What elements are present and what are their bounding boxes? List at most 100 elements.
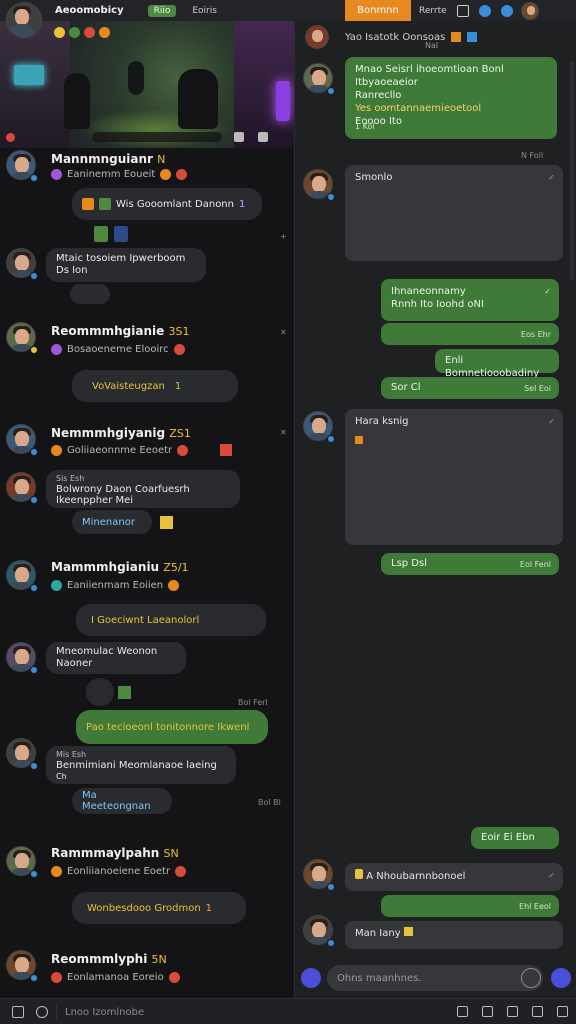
emote-icon — [160, 516, 173, 529]
active-tab[interactable]: Bonmnn — [345, 0, 411, 21]
chat-bubble[interactable]: Minenanor — [72, 510, 152, 534]
sticker-icon — [94, 226, 108, 242]
live-pill[interactable]: Riio — [147, 4, 177, 17]
message-subline: Eaniienmam Eoiien — [51, 580, 180, 591]
message-author[interactable]: Mammmhgianiu Z5/1 — [51, 560, 189, 574]
emote-icon — [168, 580, 180, 591]
settings-icon[interactable] — [557, 1006, 568, 1017]
settings-icon[interactable] — [500, 4, 513, 17]
chat-feed[interactable]: Mannmnguianr N Eaninemm Eoueit Wis Gooom… — [0, 148, 294, 998]
app-root: Aeoomobicy Riio Eoiris Bonmnn Rerrte Man… — [0, 0, 576, 1024]
dm-bubble[interactable]: Smonlo ✓ — [345, 165, 563, 261]
fullscreen-icon[interactable] — [258, 132, 268, 142]
tab-rerrte[interactable]: Rerrte — [419, 6, 447, 16]
footer-actions — [457, 1006, 568, 1017]
online-dot-icon — [327, 435, 335, 443]
scrollbar[interactable] — [570, 61, 574, 281]
emote-icon — [51, 972, 62, 983]
online-dot-icon — [327, 193, 335, 201]
msg-time: N Foll — [521, 151, 544, 160]
emote-icon — [220, 444, 232, 456]
add-attachment-icon[interactable] — [301, 968, 321, 988]
chat-bubble[interactable]: I Goeciwnt Laeanolorl — [76, 604, 266, 636]
message-subline: Bosaoeneme Elooirc — [51, 344, 185, 355]
help-icon[interactable] — [521, 968, 541, 988]
emote-icon — [355, 436, 363, 444]
message-author[interactable]: Nemmmhgiyanig ZS1 — [51, 426, 191, 440]
message-author[interactable]: Mannmnguianr N — [51, 152, 165, 166]
grid-icon[interactable] — [507, 1006, 518, 1017]
online-dot-icon — [30, 584, 38, 592]
monitor-shape — [14, 65, 44, 85]
more-icon[interactable]: ✕ — [280, 428, 287, 437]
chat-bubble[interactable]: Wonbesdooo Grodmon 1 — [72, 892, 246, 924]
sticker-icon — [114, 226, 128, 242]
notification-icon[interactable] — [478, 4, 491, 17]
emote-icon — [176, 169, 188, 180]
online-dot-icon — [30, 174, 38, 182]
message-subline: Eonlamanoa Eoreio — [51, 972, 180, 983]
dm-bubble[interactable]: Mnao Seisrl ihoeomtioan Bonl Itbyaoeaeio… — [345, 57, 557, 139]
message-author[interactable]: Rammmaylpahn SN — [51, 846, 179, 860]
message-author[interactable]: Reommmhgianie 3S1 — [51, 324, 189, 338]
camera-icon[interactable] — [482, 1006, 493, 1017]
emoji-icon[interactable] — [36, 1005, 48, 1018]
dm-bubble[interactable]: Hara ksnig ✓ — [345, 409, 563, 545]
chat-bubble[interactable]: Mneomulac Weonon Naoner — [46, 642, 186, 674]
reaction-bubble[interactable] — [86, 678, 114, 706]
player-figure — [178, 69, 218, 129]
emote-icon — [82, 198, 94, 210]
chat-bubble[interactable]: Pao tecioeonl tonitonnore Ikwenl — [76, 710, 268, 744]
chat-bubble[interactable]: VoVaisteugzan 1 — [72, 370, 238, 402]
chat-bubble[interactable]: Sis Esh Bolwrony Daon Coarfuesrh Ikeenpp… — [46, 470, 240, 508]
dm-avatar[interactable] — [305, 25, 329, 49]
dm-bubble[interactable]: Lsp Dsl Eol Fenl — [381, 553, 559, 575]
emote-icon — [173, 344, 185, 355]
image-icon[interactable] — [457, 1006, 468, 1017]
online-dot-icon — [30, 496, 38, 504]
chat-input[interactable]: Lnoo Izomlnobe — [56, 1003, 436, 1021]
send-icon[interactable] — [551, 968, 571, 988]
message-subline: Eonliianoeiene Eoetr — [51, 866, 187, 877]
message-author[interactable]: Reommmlyphi 5N — [51, 952, 167, 966]
chat-bubble[interactable]: Mis Esh Benmimiani Meomlanaoe laeing Ch — [46, 746, 236, 784]
profile-avatar[interactable] — [520, 1, 539, 20]
dm-message-input[interactable]: Ohns maanhnes. — [327, 965, 543, 991]
more-icon[interactable]: ✕ — [280, 328, 287, 337]
chat-bubble[interactable]: Ma Meeteongnan — [72, 788, 172, 814]
window-icon[interactable] — [456, 4, 469, 17]
dm-bubble[interactable]: Eoir Ei Ebn — [471, 827, 559, 849]
player-controls[interactable] — [92, 132, 222, 142]
emote-icon — [160, 169, 172, 180]
emote-icon — [51, 866, 62, 877]
dm-bubble[interactable]: Ehl Eeol — [381, 895, 559, 917]
menu-icon[interactable] — [12, 1005, 24, 1018]
player-figure — [64, 73, 90, 129]
tab-link[interactable]: Eoiris — [192, 6, 217, 16]
dm-bubble[interactable]: Sor Cl Sel Eoi — [381, 377, 559, 399]
dm-bubble[interactable]: Enli Bomnetiooobadiny — [435, 349, 559, 379]
volume-icon[interactable] — [234, 132, 244, 142]
emote-icon — [51, 445, 62, 456]
stream-hud — [0, 21, 294, 43]
online-dot-icon — [30, 762, 38, 770]
reaction-bubble[interactable] — [70, 284, 110, 304]
emote-icon — [168, 972, 180, 983]
message-subline: Eaninemm Eoueit — [51, 169, 188, 180]
pin-icon[interactable] — [532, 1006, 543, 1017]
online-dot-icon — [30, 448, 38, 456]
chat-bubble[interactable]: Wis Gooomlant Danonn 1 — [72, 188, 262, 220]
emote-icon — [99, 198, 111, 210]
top-bar-right: Bonmnn Rerrte — [345, 0, 539, 21]
top-bar: Aeoomobicy Riio Eoiris Bonmnn Rerrte — [0, 0, 576, 38]
dm-bubble[interactable]: Ihnaneonnamy Rnnh Ito Ioohd oNI ✓ — [381, 279, 559, 321]
app-title: Aeoomobicy — [55, 5, 124, 16]
stream-video[interactable] — [0, 21, 294, 148]
player-figure — [128, 61, 144, 95]
dm-bubble[interactable]: A Nhoubarnnbonoel ✓ — [345, 863, 563, 891]
sticker-icon — [355, 869, 363, 879]
chat-bubble[interactable]: Mtaic tosoiem Ipwerboom Ds Ion — [46, 248, 206, 282]
dm-panel[interactable]: Yao Isatotk Oonsoas Nal Mnao Seisrl ihoe… — [294, 21, 576, 998]
user-avatar[interactable] — [6, 2, 42, 38]
dm-bubble[interactable]: Man Iany — [345, 921, 563, 949]
